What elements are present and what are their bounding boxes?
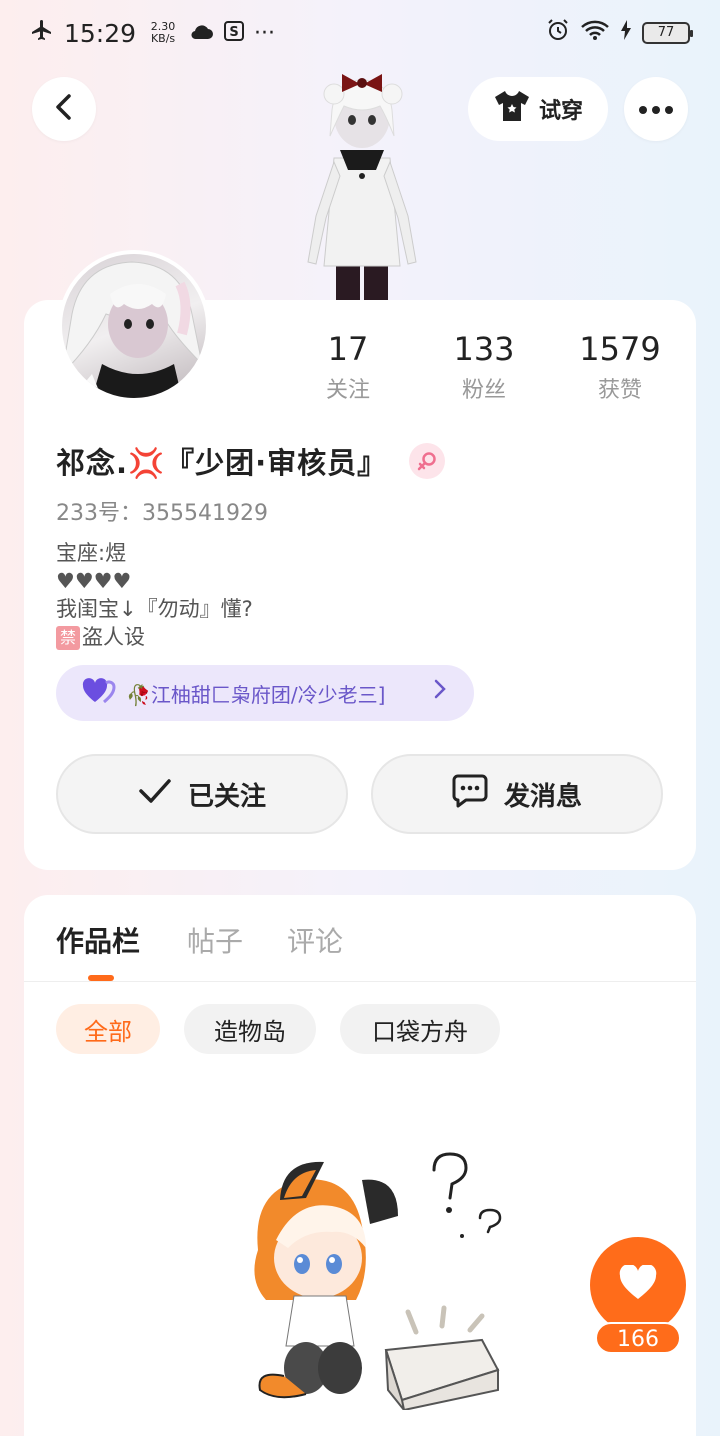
more-status-icon: ··· — [254, 20, 276, 46]
tab-comments[interactable]: 评论 — [287, 920, 343, 960]
fans-stat[interactable]: 133 粉丝 — [424, 330, 544, 404]
following-count: 17 — [327, 330, 369, 368]
clock-time: 15:29 — [64, 18, 137, 48]
bio: 宝座:煜 ♥♥♥♥ 我闺宝↓『勿动』懂? 禁盗人设 — [56, 539, 253, 651]
battery-indicator: 77 — [642, 22, 693, 44]
likes-stat[interactable]: 1579 获赞 — [560, 330, 680, 404]
message-label: 发消息 — [503, 781, 582, 812]
bio-line: 我闺宝↓『勿动』懂? — [56, 597, 253, 621]
charging-icon — [620, 19, 632, 47]
group-link[interactable]: 🥀江柚甜匚枭府团/冷少老三] — [56, 665, 474, 721]
avatar[interactable] — [58, 250, 210, 402]
filter-island[interactable]: 造物岛 — [184, 1004, 316, 1054]
ban-badge: 禁 — [56, 626, 80, 650]
bio-line: 宝座:煜 — [56, 541, 127, 565]
filter-ark[interactable]: 口袋方舟 — [340, 1004, 500, 1054]
alarm-icon — [546, 18, 570, 48]
sync-icon: S — [224, 19, 245, 47]
try-on-label: 试穿 — [538, 99, 583, 124]
more-button[interactable] — [624, 77, 688, 141]
following-stat[interactable]: 17 关注 — [288, 330, 408, 404]
tab-posts[interactable]: 帖子 — [187, 920, 243, 960]
wifi-icon — [580, 19, 610, 47]
name-row: 祁念.💢『少团·审核员』 — [56, 440, 446, 482]
bio-line: ♥♥♥♥ — [56, 569, 132, 593]
followed-button[interactable]: 已关注 — [56, 754, 348, 834]
likes-label: 获赞 — [597, 378, 642, 403]
net-speed: 2.30 KB/s — [150, 20, 176, 45]
airplane-icon — [30, 18, 54, 48]
following-label: 关注 — [325, 378, 370, 403]
try-on-button[interactable]: 试穿 — [468, 77, 608, 141]
status-bar: 15:29 2.30 KB/s S ··· 77 — [0, 0, 720, 64]
user-name: 祁念.💢『少团·审核员』 — [56, 446, 388, 480]
user-id: 233号：355541929 — [56, 501, 268, 526]
group-label: 🥀江柚甜匚枭府团/冷少老三] — [126, 682, 386, 707]
shirt-icon — [493, 89, 531, 129]
bio-line: 禁盗人设 — [56, 623, 253, 651]
filter-all[interactable]: 全部 — [56, 1004, 160, 1054]
check-icon — [138, 778, 172, 811]
fans-label: 粉丝 — [461, 378, 506, 403]
character-figure[interactable] — [296, 66, 428, 300]
like-count: 166 — [595, 1322, 681, 1354]
female-icon — [409, 443, 446, 479]
more-icon — [638, 100, 674, 119]
followed-label: 已关注 — [187, 781, 266, 812]
chat-icon — [452, 774, 488, 815]
cloud-icon — [190, 19, 214, 47]
back-icon — [53, 94, 75, 124]
message-button[interactable]: 发消息 — [371, 754, 663, 834]
back-button[interactable] — [32, 77, 96, 141]
divider — [24, 981, 696, 982]
like-button[interactable] — [590, 1237, 686, 1333]
heart-icon — [618, 1263, 658, 1305]
heart-icon — [82, 677, 116, 709]
fans-count: 133 — [453, 330, 515, 368]
empty-state-illustration — [236, 1140, 508, 1411]
svg-text:S: S — [229, 25, 238, 40]
likes-count: 1579 — [579, 330, 661, 368]
chevron-right-icon — [434, 679, 446, 704]
tab-works[interactable]: 作品栏 — [56, 920, 140, 960]
